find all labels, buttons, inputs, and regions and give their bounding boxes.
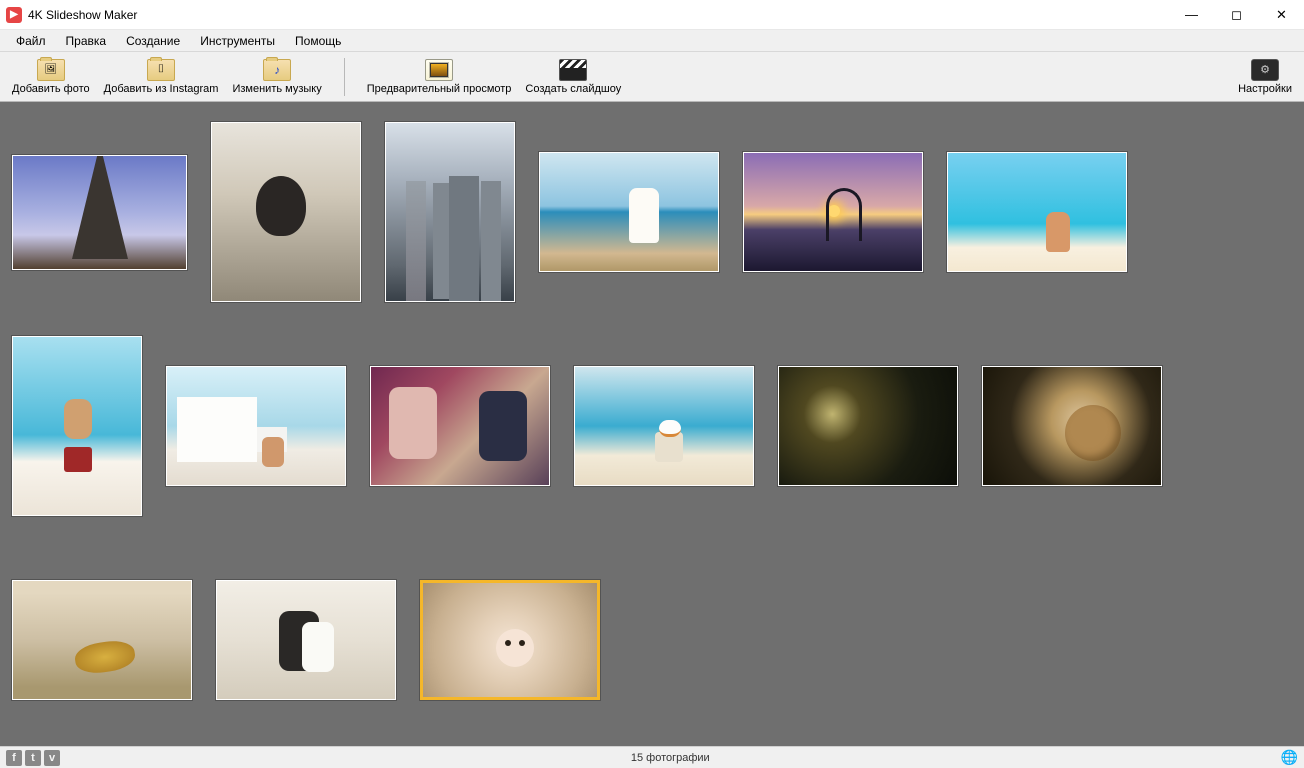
photo-thumb[interactable] <box>743 152 923 272</box>
photo-thumb[interactable] <box>539 152 719 272</box>
photo-thumb[interactable] <box>778 366 958 486</box>
menu-file[interactable]: Файл <box>6 32 56 50</box>
photo-thumb[interactable] <box>216 580 396 700</box>
thumb-row <box>12 112 1292 312</box>
photo-thumb[interactable] <box>982 366 1162 486</box>
create-slideshow-label: Создать слайдшоу <box>525 83 621 95</box>
photo-thumb-selected[interactable] <box>420 580 600 700</box>
folder-photo-icon: 🖼 <box>37 59 65 81</box>
photo-thumb[interactable] <box>12 580 192 700</box>
thumb-row <box>12 540 1292 740</box>
preview-label: Предварительный просмотр <box>367 83 512 95</box>
statusbar: f t v 15 фотографии 🌐 <box>0 746 1304 768</box>
add-photo-button[interactable]: 🖼 Добавить фото <box>6 53 96 101</box>
create-slideshow-button[interactable]: Создать слайдшоу <box>519 53 627 101</box>
thumb-row <box>12 326 1292 526</box>
twitter-icon[interactable]: t <box>25 750 41 766</box>
folder-music-icon: ♪ <box>263 59 291 81</box>
photo-thumb[interactable] <box>385 122 515 302</box>
photo-thumb[interactable] <box>370 366 550 486</box>
folder-instagram-icon: ⌷ <box>147 59 175 81</box>
gear-icon: ⚙ <box>1251 59 1279 81</box>
maximize-button[interactable]: ◻ <box>1214 0 1259 30</box>
add-instagram-button[interactable]: ⌷ Добавить из Instagram <box>98 53 225 101</box>
menu-help[interactable]: Помощь <box>285 32 351 50</box>
menubar: Файл Правка Создание Инструменты Помощь <box>0 30 1304 52</box>
toolbar: 🖼 Добавить фото ⌷ Добавить из Instagram … <box>0 52 1304 102</box>
photo-thumb[interactable] <box>947 152 1127 272</box>
minimize-button[interactable]: — <box>1169 0 1214 30</box>
settings-button[interactable]: ⚙ Настройки <box>1232 53 1298 101</box>
facebook-icon[interactable]: f <box>6 750 22 766</box>
status-text: 15 фотографии <box>60 752 1281 764</box>
photo-thumb[interactable] <box>12 336 142 516</box>
preview-button[interactable]: Предварительный просмотр <box>361 53 518 101</box>
menu-create[interactable]: Создание <box>116 32 190 50</box>
close-button[interactable]: ✕ <box>1259 0 1304 30</box>
window-title: 4K Slideshow Maker <box>28 8 137 22</box>
menu-edit[interactable]: Правка <box>56 32 117 50</box>
vimeo-icon[interactable]: v <box>44 750 60 766</box>
social-links: f t v <box>6 750 60 766</box>
window-controls: — ◻ ✕ <box>1169 0 1304 30</box>
change-music-label: Изменить музыку <box>232 83 321 95</box>
titlebar: ▶ 4K Slideshow Maker — ◻ ✕ <box>0 0 1304 30</box>
add-instagram-label: Добавить из Instagram <box>104 83 219 95</box>
toolbar-separator <box>344 58 345 96</box>
change-music-button[interactable]: ♪ Изменить музыку <box>226 53 327 101</box>
clapperboard-icon <box>559 59 587 81</box>
add-photo-label: Добавить фото <box>12 83 90 95</box>
photo-thumb[interactable] <box>166 366 346 486</box>
photo-thumb[interactable] <box>12 155 187 270</box>
settings-label: Настройки <box>1238 83 1292 95</box>
globe-icon[interactable]: 🌐 <box>1281 749 1298 766</box>
preview-icon <box>425 59 453 81</box>
app-icon: ▶ <box>6 7 22 23</box>
photo-thumb[interactable] <box>211 122 361 302</box>
photo-canvas[interactable] <box>0 102 1304 746</box>
photo-thumb[interactable] <box>574 366 754 486</box>
menu-tools[interactable]: Инструменты <box>190 32 285 50</box>
